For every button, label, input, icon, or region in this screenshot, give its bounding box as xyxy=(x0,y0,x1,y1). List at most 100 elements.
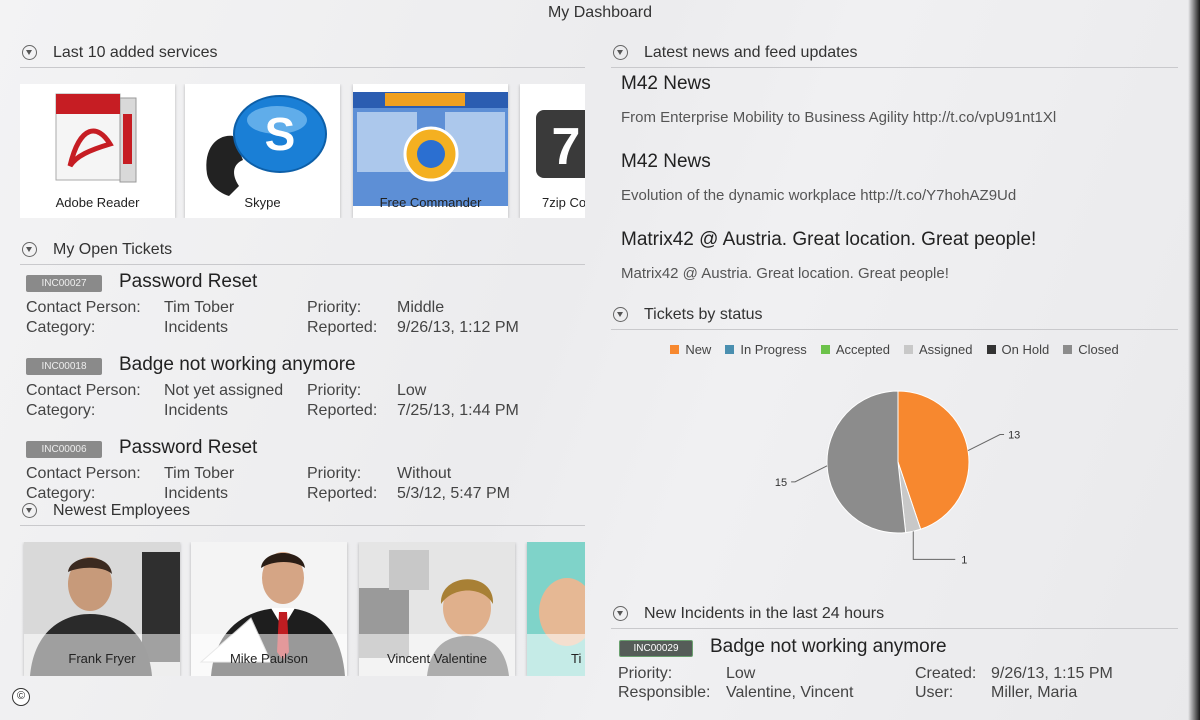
pie-data-label: 1 xyxy=(961,554,967,566)
responsible-value: Valentine, Vincent xyxy=(726,684,854,701)
priority-label: Priority: xyxy=(307,299,362,316)
employee-name: Vincent Valentine xyxy=(387,651,487,666)
ticket-id-badge: INC00027 xyxy=(26,275,102,292)
legend-label: Closed xyxy=(1078,341,1119,357)
service-label: Adobe Reader xyxy=(55,195,140,210)
contact-value: Not yet assigned xyxy=(164,382,284,399)
tickets-section-header[interactable]: My Open Tickets xyxy=(20,235,585,265)
incident-item[interactable]: INC00029 Badge not working anymore Prior… xyxy=(611,629,1178,712)
ticket-item[interactable]: INC00006 Password Reset Contact Person: … xyxy=(20,431,585,514)
status-chart-section-title: Tickets by status xyxy=(644,305,763,323)
legend-item[interactable]: Accepted xyxy=(820,341,891,357)
service-tile[interactable]: Adobe Reader xyxy=(20,84,175,218)
collapse-chevron-icon[interactable] xyxy=(613,307,628,322)
tickets-pie-chart: 13 1 15 xyxy=(775,390,1020,566)
category-value: Incidents xyxy=(164,319,229,336)
ticket-item[interactable]: INC00018 Badge not working anymore Conta… xyxy=(20,348,585,431)
legend-item[interactable]: Assigned xyxy=(904,341,973,357)
collapse-chevron-icon[interactable] xyxy=(22,242,37,257)
collapse-chevron-icon[interactable] xyxy=(22,503,37,518)
window-title: My Dashboard xyxy=(547,4,653,21)
contact-value: Tim Tober xyxy=(164,465,235,482)
service-tile[interactable]: 7 7zip Co xyxy=(520,84,585,218)
reported-value: 5/3/12, 5:47 PM xyxy=(397,485,510,502)
category-label: Category: xyxy=(26,402,96,419)
ticket-title: Badge not working anymore xyxy=(119,354,356,375)
new-incidents-section-header[interactable]: New Incidents in the last 24 hours xyxy=(611,599,1178,629)
ticket-id-badge: INC00018 xyxy=(26,358,102,375)
contact-label: Contact Person: xyxy=(26,382,141,399)
employee-name: Frank Fryer xyxy=(68,651,136,666)
pie-leader-line xyxy=(791,465,828,483)
legend-swatch xyxy=(820,344,830,354)
news-body[interactable]: Evolution of the dynamic workplace http:… xyxy=(621,187,1016,204)
news-body[interactable]: From Enterprise Mobility to Business Agi… xyxy=(621,109,1056,126)
pie-data-label: 13 xyxy=(1008,430,1020,442)
legend-item[interactable]: New xyxy=(670,342,711,357)
legend-swatch xyxy=(986,344,996,354)
employee-tile[interactable]: Frank Fryer xyxy=(24,542,180,676)
category-value: Incidents xyxy=(164,402,229,419)
service-tile[interactable]: S Skype xyxy=(185,84,340,218)
reported-label: Reported: xyxy=(307,319,378,336)
category-value: Incidents xyxy=(164,485,229,502)
status-chart-section-header[interactable]: Tickets by status xyxy=(611,300,1178,330)
tickets-section-title: My Open Tickets xyxy=(53,240,173,258)
employees-carousel: Frank Fryer Mike Paulson Vincent Valenti… xyxy=(20,542,585,676)
left-column: Last 10 added services Adobe Reader S Sk… xyxy=(20,38,585,676)
contact-label: Contact Person: xyxy=(26,299,141,316)
reported-value: 9/26/13, 1:12 PM xyxy=(397,319,519,336)
employee-tile[interactable]: Ti xyxy=(527,542,585,676)
news-item[interactable]: M42 News Evolution of the dynamic workpl… xyxy=(611,136,1178,214)
legend-item[interactable]: In Progress xyxy=(725,341,807,357)
window-edge-shadow xyxy=(1188,0,1200,720)
employee-tile[interactable]: Vincent Valentine xyxy=(359,542,515,676)
ticket-title: Password Reset xyxy=(119,437,258,458)
legend-swatch xyxy=(725,344,735,354)
priority-value: Without xyxy=(397,465,452,482)
service-label: Free Commander xyxy=(379,195,482,210)
priority-value: Middle xyxy=(397,299,445,316)
employee-name: Ti xyxy=(571,651,582,666)
news-item[interactable]: M42 News From Enterprise Mobility to Bus… xyxy=(611,58,1178,136)
user-label: User: xyxy=(915,684,954,701)
chart-legend: New In Progress Accepted Assigned On Hol… xyxy=(611,340,1178,358)
svg-text:7: 7 xyxy=(552,118,581,176)
pie-data-label: 15 xyxy=(775,477,787,489)
service-label: Skype xyxy=(244,195,281,210)
legend-label: Accepted xyxy=(835,341,891,357)
service-label: 7zip Co xyxy=(542,195,585,210)
created-label: Created: xyxy=(915,665,977,682)
employee-name: Mike Paulson xyxy=(229,651,309,666)
incident-title: Badge not working anymore xyxy=(710,636,947,657)
news-title: M42 News xyxy=(621,151,711,172)
priority-label: Priority: xyxy=(307,382,362,399)
legend-item[interactable]: On Hold xyxy=(986,342,1049,357)
ticket-item[interactable]: INC00027 Password Reset Contact Person: … xyxy=(20,265,585,348)
reported-label: Reported: xyxy=(307,485,378,502)
svg-text:S: S xyxy=(265,108,296,160)
employee-tile[interactable]: Mike Paulson xyxy=(191,542,347,676)
legend-label: In Progress xyxy=(740,341,807,357)
contact-value: Tim Tober xyxy=(164,299,235,316)
reported-value: 7/25/13, 1:44 PM xyxy=(397,402,519,419)
new-incidents-section-title: New Incidents in the last 24 hours xyxy=(644,604,885,622)
legend-swatch xyxy=(670,344,680,354)
user-value: Miller, Maria xyxy=(991,684,1078,701)
services-section-header[interactable]: Last 10 added services xyxy=(20,38,585,68)
contact-label: Contact Person: xyxy=(26,465,141,482)
legend-label: New xyxy=(685,341,712,357)
legend-item[interactable]: Closed xyxy=(1063,341,1119,357)
legend-label: Assigned xyxy=(919,341,973,357)
reported-label: Reported: xyxy=(307,402,378,419)
priority-value: Low xyxy=(397,382,427,399)
news-item[interactable]: Matrix42 @ Austria. Great location. Grea… xyxy=(611,214,1178,292)
collapse-chevron-icon[interactable] xyxy=(613,606,628,621)
collapse-chevron-icon[interactable] xyxy=(22,45,37,60)
created-value: 9/26/13, 1:15 PM xyxy=(991,665,1113,682)
pie-slice-closed[interactable] xyxy=(826,390,907,534)
service-tile[interactable]: Free Commander xyxy=(353,84,508,218)
news-title: M42 News xyxy=(621,73,711,94)
category-label: Category: xyxy=(26,485,96,502)
services-section-title: Last 10 added services xyxy=(53,43,218,61)
